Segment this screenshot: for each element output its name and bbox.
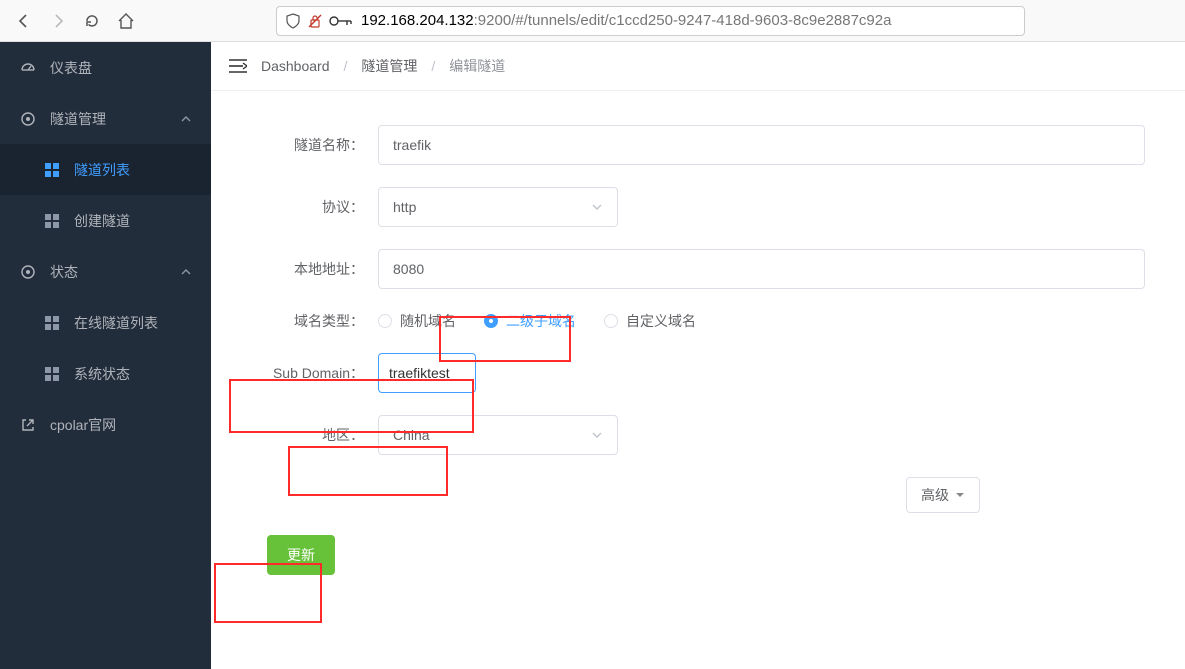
sidebar-item-cpolar-site[interactable]: cpolar官网 [0, 399, 211, 450]
sidebar-item-online-tunnels[interactable]: 在线隧道列表 [0, 297, 211, 348]
radio-random-domain[interactable]: 随机域名 [378, 311, 456, 331]
forward-button[interactable] [44, 7, 72, 35]
grid-icon [44, 214, 60, 228]
sidebar-item-tunnel-list[interactable]: 隧道列表 [0, 144, 211, 195]
radio-icon [484, 314, 498, 328]
sidebar-label: 隧道列表 [74, 160, 130, 180]
tunnel-name-label: 隧道名称： [251, 135, 378, 155]
reload-button[interactable] [78, 7, 106, 35]
target-icon [20, 111, 36, 127]
breadcrumb-tunnel-mgmt[interactable]: 隧道管理 [361, 56, 417, 76]
breadcrumb-current: 编辑隧道 [449, 56, 505, 76]
proto-select[interactable]: http [378, 187, 618, 227]
edit-tunnel-form: 隧道名称： 协议： http 本地地址： 域名类型： [211, 91, 1185, 597]
sidebar-item-dashboard[interactable]: 仪表盘 [0, 42, 211, 93]
radio-label: 自定义域名 [626, 311, 696, 331]
sidebar: 仪表盘 隧道管理 隧道列表 创建隧道 [0, 42, 211, 669]
url-bar[interactable]: 192.168.204.132:9200/#/tunnels/edit/c1cc… [276, 6, 1025, 36]
radio-label: 二级子域名 [506, 311, 576, 331]
domain-type-radio-group: 随机域名 二级子域名 自定义域名 [378, 311, 696, 331]
proto-label: 协议： [251, 197, 378, 217]
subdomain-label: Sub Domain： [251, 363, 378, 383]
sidebar-item-tunnel-mgmt[interactable]: 隧道管理 [0, 93, 211, 144]
region-select[interactable]: China [378, 415, 618, 455]
sidebar-label: 仪表盘 [50, 58, 92, 78]
radio-custom-domain[interactable]: 自定义域名 [604, 311, 696, 331]
topbar: Dashboard / 隧道管理 / 编辑隧道 [211, 42, 1185, 91]
sidebar-label: 系统状态 [74, 364, 130, 384]
tunnel-name-input[interactable] [378, 125, 1145, 165]
advanced-label: 高级 [921, 485, 949, 505]
lock-slash-icon [307, 13, 323, 29]
local-addr-input[interactable] [378, 249, 1145, 289]
local-addr-label: 本地地址： [251, 259, 378, 279]
shield-icon [285, 13, 301, 29]
sidebar-label: 在线隧道列表 [74, 313, 158, 333]
grid-icon [44, 367, 60, 381]
sidebar-item-system-status[interactable]: 系统状态 [0, 348, 211, 399]
radio-label: 随机域名 [400, 311, 456, 331]
radio-icon [604, 314, 618, 328]
external-link-icon [20, 418, 36, 432]
sidebar-item-create-tunnel[interactable]: 创建隧道 [0, 195, 211, 246]
breadcrumb-dashboard[interactable]: Dashboard [261, 58, 330, 74]
chevron-up-icon [181, 114, 191, 124]
chevron-up-icon [181, 267, 191, 277]
sidebar-item-status[interactable]: 状态 [0, 246, 211, 297]
caret-down-icon [955, 490, 965, 500]
grid-icon [44, 163, 60, 177]
url-text: 192.168.204.132:9200/#/tunnels/edit/c1cc… [361, 12, 1016, 29]
sidebar-label: 隧道管理 [50, 109, 106, 129]
browser-toolbar: 192.168.204.132:9200/#/tunnels/edit/c1cc… [0, 0, 1185, 42]
sidebar-label: cpolar官网 [50, 415, 116, 435]
sidebar-label: 状态 [50, 262, 78, 282]
breadcrumb-sep: / [431, 58, 435, 74]
region-label: 地区： [251, 425, 378, 445]
key-icon [329, 14, 353, 28]
dashboard-icon [20, 60, 36, 76]
back-button[interactable] [10, 7, 38, 35]
chevron-down-icon [591, 201, 603, 213]
chevron-down-icon [591, 429, 603, 441]
sidebar-label: 创建隧道 [74, 211, 130, 231]
main-content: Dashboard / 隧道管理 / 编辑隧道 隧道名称： 协议： http [211, 42, 1185, 669]
radio-sub-domain[interactable]: 二级子域名 [484, 311, 576, 331]
proto-value: http [393, 199, 416, 215]
target-icon [20, 264, 36, 280]
subdomain-input[interactable] [378, 353, 476, 393]
region-value: China [393, 427, 430, 443]
menu-toggle-icon[interactable] [229, 58, 247, 74]
radio-icon [378, 314, 392, 328]
update-button[interactable]: 更新 [267, 535, 335, 575]
home-button[interactable] [112, 7, 140, 35]
advanced-button[interactable]: 高级 [906, 477, 980, 513]
breadcrumb-sep: / [344, 58, 348, 74]
domain-type-label: 域名类型： [251, 311, 378, 331]
grid-icon [44, 316, 60, 330]
